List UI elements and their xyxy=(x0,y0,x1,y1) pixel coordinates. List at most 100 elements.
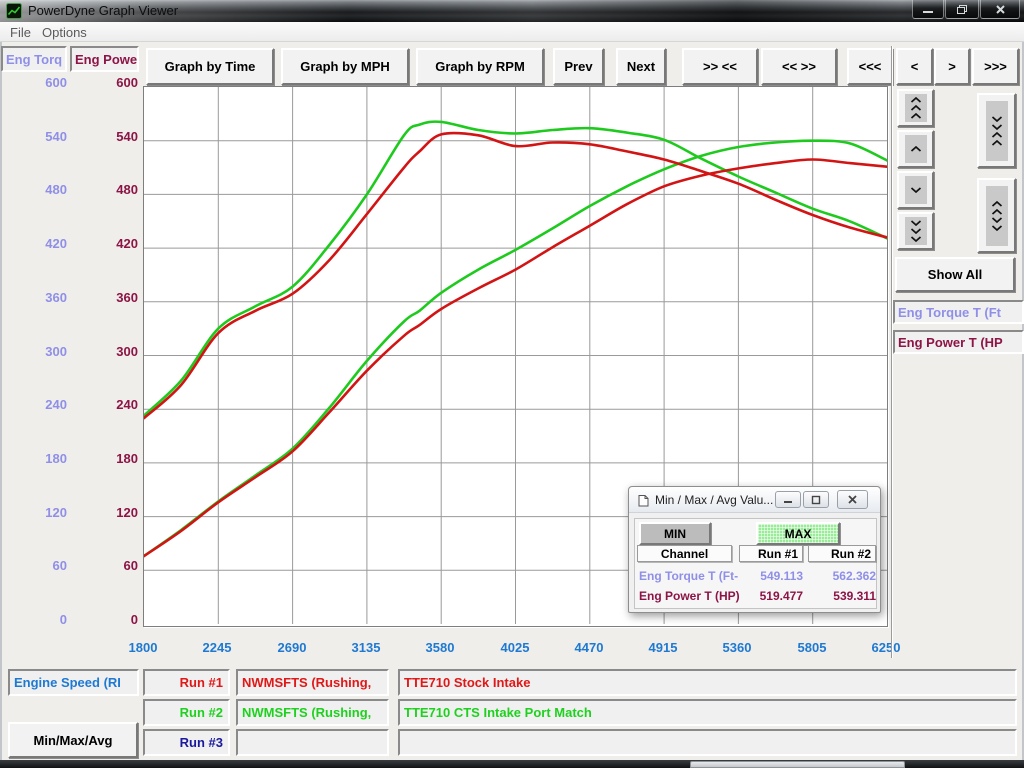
window-frame-left xyxy=(0,42,2,760)
close-button[interactable] xyxy=(980,0,1020,19)
menu-file[interactable]: File xyxy=(6,24,35,41)
power-axis-tick: 0 xyxy=(88,612,138,628)
power-axis-tick: 60 xyxy=(88,558,138,574)
power-axis-tick: 300 xyxy=(88,344,138,360)
power-axis-tick: 420 xyxy=(88,236,138,252)
triple-chevron-up-icon xyxy=(905,94,927,122)
powerdyne-graph-viewer-window: PowerDyne Graph Viewer File Options Eng … xyxy=(0,0,1024,768)
show-all-button[interactable]: Show All xyxy=(895,257,1015,292)
power-axis-tick: 180 xyxy=(88,451,138,467)
torque-axis-tick: 240 xyxy=(17,397,67,413)
scroll-far-left-button[interactable]: <<< xyxy=(847,48,893,85)
run2-file-box: NWMSFTS (Rushing, xyxy=(236,699,389,726)
rpm-axis-tick: 3580 xyxy=(408,640,472,656)
scale-expand-button[interactable] xyxy=(977,178,1016,253)
max-tab-button[interactable]: MAX xyxy=(756,522,840,545)
run3-label-box: Run #3 xyxy=(143,729,230,756)
power-row-channel: Eng Power T (HP) xyxy=(639,589,740,603)
power-axis-tick: 360 xyxy=(88,290,138,306)
torque-axis-header-label: Eng Torq xyxy=(6,52,62,67)
torque-axis-tick: 540 xyxy=(17,129,67,145)
rpm-axis-tick: 3135 xyxy=(334,640,398,656)
torque-axis-tick: 300 xyxy=(17,344,67,360)
run2-column-header: Run #2 xyxy=(808,545,876,562)
scroll-down-button[interactable] xyxy=(897,171,934,209)
graph-by-mph-button[interactable]: Graph by MPH xyxy=(281,48,409,85)
minmax-window-icon xyxy=(637,494,650,507)
minmax-values-window[interactable]: Min / Max / Avg Valu... MIN MAX Channel … xyxy=(628,486,881,613)
torque-axis-tick: 360 xyxy=(17,290,67,306)
x-axis-channel-box: Engine Speed (RI xyxy=(8,669,139,696)
power-row-run2-value: 539.311 xyxy=(814,589,876,603)
power-axis-tick: 240 xyxy=(88,397,138,413)
minimize-button[interactable] xyxy=(912,0,944,19)
power-channel-label-box: Eng Power T (HP xyxy=(893,330,1024,354)
torque-axis-tick: 480 xyxy=(17,182,67,198)
scroll-right-button[interactable]: > xyxy=(934,48,970,85)
run1-column-header: Run #1 xyxy=(739,545,803,562)
scroll-far-right-button[interactable]: >>> xyxy=(972,48,1019,85)
rpm-axis-tick: 2245 xyxy=(185,640,249,656)
power-axis-tick: 480 xyxy=(88,182,138,198)
torque-axis-tick: 60 xyxy=(17,558,67,574)
torque-row-run1-value: 549.113 xyxy=(743,569,803,583)
zoom-out-button[interactable]: << >> xyxy=(761,48,837,85)
menu-bar: File Options xyxy=(0,22,1024,42)
scale-collapse-button[interactable] xyxy=(977,93,1016,168)
torque-channel-label: Eng Torque T (Ft xyxy=(898,305,1001,320)
run1-description-box: TTE710 Stock Intake xyxy=(398,669,1017,696)
power-axis-header: Eng Powe xyxy=(70,46,139,72)
title-bar[interactable]: PowerDyne Graph Viewer xyxy=(0,0,1024,22)
next-button[interactable]: Next xyxy=(616,48,666,85)
run3-description-box xyxy=(398,729,1017,756)
power-axis-tick: 600 xyxy=(88,75,138,91)
rpm-axis-tick: 4025 xyxy=(483,640,547,656)
graph-by-rpm-button[interactable]: Graph by RPM xyxy=(416,48,544,85)
power-axis-header-label: Eng Powe xyxy=(75,52,137,67)
torque-axis-tick: 180 xyxy=(17,451,67,467)
minmax-close-button[interactable] xyxy=(837,490,868,509)
window-title: PowerDyne Graph Viewer xyxy=(28,3,178,18)
scroll-left-button[interactable]: < xyxy=(896,48,933,85)
zoom-in-button[interactable]: >> << xyxy=(682,48,758,85)
minmax-maximize-button[interactable] xyxy=(803,491,829,508)
rpm-axis-tick: 4470 xyxy=(557,640,621,656)
x-axis-channel-label: Engine Speed (RI xyxy=(14,675,121,690)
run3-file-box xyxy=(236,729,389,756)
channel-column-header: Channel xyxy=(637,545,732,562)
panel-divider xyxy=(891,46,892,658)
taskbar-fragment xyxy=(690,761,905,768)
minmax-minimize-button[interactable] xyxy=(775,491,801,508)
graph-by-time-button[interactable]: Graph by Time xyxy=(146,48,274,85)
run1-label-box: Run #1 xyxy=(143,669,230,696)
torque-row-channel: Eng Torque T (Ft- xyxy=(639,569,738,583)
chevron-up-icon xyxy=(905,135,927,163)
restore-button[interactable] xyxy=(945,0,979,19)
rpm-axis-tick: 2690 xyxy=(260,640,324,656)
power-row-run1-value: 519.477 xyxy=(743,589,803,603)
chevrons-outward-icon xyxy=(986,186,1008,246)
power-axis-tick: 120 xyxy=(88,505,138,521)
window-bottom-frame xyxy=(0,760,1024,768)
minmaxavg-button[interactable]: Min/Max/Avg xyxy=(8,722,138,758)
chevron-down-icon xyxy=(905,176,927,204)
power-channel-label: Eng Power T (HP xyxy=(898,335,1003,350)
rpm-axis-tick: 5360 xyxy=(705,640,769,656)
app-icon xyxy=(6,3,22,19)
rpm-axis-tick: 5805 xyxy=(780,640,844,656)
torque-row-run2-value: 562.362 xyxy=(814,569,876,583)
scroll-up-fast-button[interactable] xyxy=(897,89,934,127)
chevrons-inward-icon xyxy=(986,101,1008,161)
scroll-down-fast-button[interactable] xyxy=(897,212,934,250)
torque-axis-header: Eng Torq xyxy=(1,46,67,72)
min-tab-button[interactable]: MIN xyxy=(639,522,711,545)
scroll-up-button[interactable] xyxy=(897,130,934,168)
torque-channel-label-box: Eng Torque T (Ft xyxy=(893,300,1024,324)
run1-file-box: NWMSFTS (Rushing, xyxy=(236,669,389,696)
rpm-axis-tick: 1800 xyxy=(111,640,175,656)
torque-axis-tick: 420 xyxy=(17,236,67,252)
prev-button[interactable]: Prev xyxy=(553,48,604,85)
minmax-window-titlebar[interactable]: Min / Max / Avg Valu... xyxy=(629,487,880,513)
menu-options[interactable]: Options xyxy=(38,24,91,41)
torque-axis-tick: 0 xyxy=(17,612,67,628)
